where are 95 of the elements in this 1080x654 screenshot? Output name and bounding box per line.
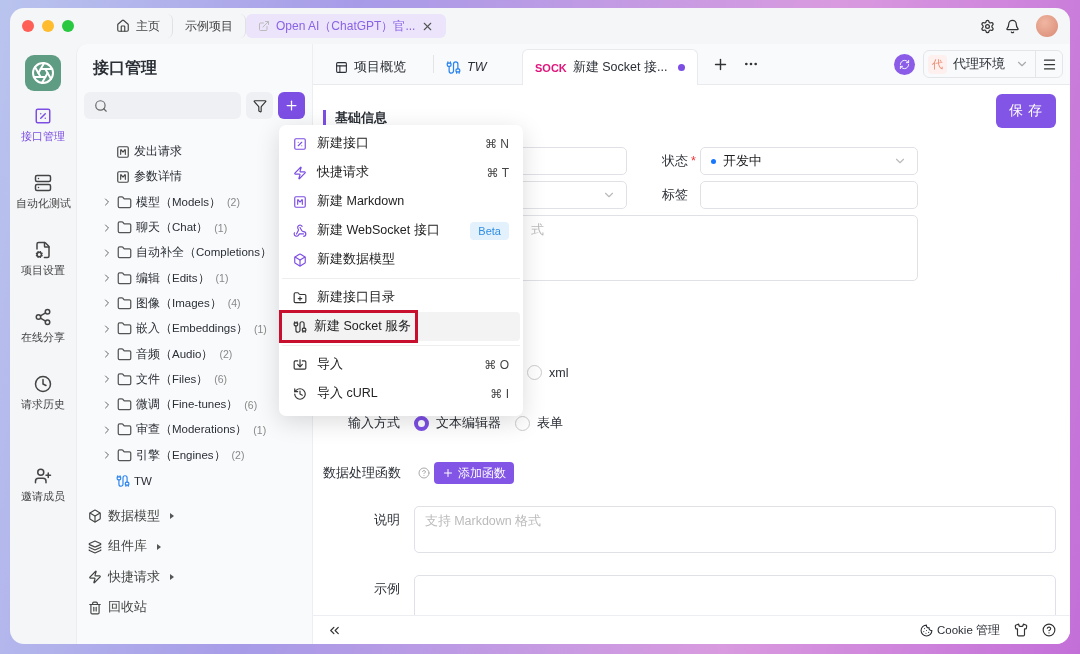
- shortcut-label: ⌘ T: [486, 165, 509, 180]
- plug-icon: [116, 473, 130, 488]
- sync-icon[interactable]: [894, 53, 915, 75]
- folder-icon: [117, 295, 132, 311]
- field-label: 输入方式: [347, 415, 400, 432]
- status-select[interactable]: 开发中: [700, 147, 918, 175]
- filter-icon: [252, 98, 267, 113]
- tree-item[interactable]: TW: [77, 467, 312, 494]
- shirt-icon[interactable]: [1014, 623, 1028, 637]
- folder-icon: [117, 270, 132, 286]
- radio-label: 表单: [537, 415, 563, 432]
- minimize-button[interactable]: [42, 20, 54, 32]
- folder-icon: [117, 245, 132, 261]
- sidebar-section[interactable]: 组件库: [77, 531, 312, 562]
- folder-icon: [117, 397, 132, 413]
- nav-item[interactable]: 请求历史: [10, 375, 76, 442]
- sidebar-title: 接口管理: [92, 58, 158, 78]
- sidebar-section[interactable]: 数据模型: [77, 501, 312, 532]
- nav-item[interactable]: 接口管理: [10, 107, 76, 174]
- shortcut-label: ⌘ O: [484, 357, 509, 372]
- nav-item[interactable]: 项目设置: [10, 241, 76, 308]
- document-tab[interactable]: TW: [434, 50, 522, 84]
- folder-icon: [117, 447, 132, 463]
- markdown-icon: [116, 169, 130, 184]
- plus-icon: [442, 467, 454, 479]
- lightning-icon: [293, 165, 307, 180]
- nav-item[interactable]: 邀请成员: [10, 467, 76, 534]
- layers-icon: [88, 539, 102, 554]
- api-icon: [34, 107, 52, 125]
- field-label: 示例: [372, 581, 400, 598]
- trash-icon: [88, 600, 102, 615]
- layout-icon: [335, 60, 348, 74]
- home-icon: [116, 19, 130, 33]
- plug-icon: [446, 59, 461, 75]
- zoom-button[interactable]: [62, 20, 74, 32]
- folder-icon: [117, 346, 132, 362]
- folder-icon: [117, 321, 132, 337]
- nav-item[interactable]: 自动化测试: [10, 174, 76, 241]
- project-icon: [258, 20, 270, 32]
- tree-item[interactable]: 审查（Moderations） (1): [77, 417, 312, 443]
- radio-button[interactable]: [414, 416, 429, 431]
- cookie-icon: [920, 623, 933, 637]
- close-button[interactable]: [22, 20, 34, 32]
- sidebar-section[interactable]: 快捷请求: [77, 562, 312, 593]
- field-label: 状态 *: [662, 152, 697, 170]
- save-button[interactable]: 保 存: [996, 94, 1056, 128]
- menu-item[interactable]: 新建 Socket 服务: [282, 312, 520, 341]
- websocket-icon: [293, 223, 307, 238]
- markdown-icon: [293, 194, 307, 209]
- nav-item[interactable]: 在线分享: [10, 308, 76, 375]
- clock-icon: [34, 375, 52, 393]
- field-label: 数据处理函数: [323, 464, 402, 482]
- field-label: 标签: [662, 186, 689, 204]
- search-icon: [94, 98, 108, 113]
- radio-label: xml: [549, 365, 569, 380]
- history-icon: [293, 386, 307, 401]
- api-icon: [293, 136, 307, 151]
- cube-icon: [293, 252, 307, 267]
- tags-field[interactable]: [700, 181, 918, 209]
- folder-icon: [117, 220, 132, 236]
- plug-icon: [293, 319, 307, 334]
- folder-icon: [117, 371, 132, 387]
- field-label: 说明: [372, 512, 400, 529]
- import-icon: [293, 357, 307, 372]
- lightning-icon: [88, 570, 102, 585]
- beta-badge: Beta: [470, 221, 509, 240]
- cube-icon: [88, 509, 102, 524]
- add-user-icon: [34, 467, 52, 485]
- window-tab[interactable]: 主页: [104, 14, 173, 38]
- add-button[interactable]: [278, 92, 305, 119]
- markdown-icon: [116, 144, 130, 159]
- file-gear-icon: [34, 241, 52, 259]
- settings-icon[interactable]: [980, 18, 995, 34]
- search-field[interactable]: [84, 92, 241, 119]
- share-icon: [34, 308, 52, 326]
- shortcut-label: ⌘ N: [485, 136, 509, 151]
- tree-item[interactable]: 引擎（Engines） (2): [77, 442, 312, 468]
- logo-icon: [25, 55, 61, 91]
- folder-icon: [117, 422, 132, 438]
- folder-plus-icon: [293, 290, 307, 305]
- window-tab[interactable]: Open AI（ChatGPT）官...: [246, 14, 447, 38]
- document-tab[interactable]: 项目概览: [323, 50, 433, 84]
- filter-button[interactable]: [246, 92, 273, 119]
- server-icon: [34, 174, 52, 192]
- help-icon[interactable]: [1042, 623, 1056, 637]
- cookie-button[interactable]: Cookie 管理: [920, 622, 1000, 638]
- plus-icon: [284, 98, 299, 113]
- folder-icon: [117, 194, 132, 210]
- document-tab[interactable]: SOCK 新建 Socket 接...: [522, 49, 698, 85]
- sidebar-section[interactable]: 回收站: [77, 592, 312, 623]
- avatar[interactable]: [1036, 15, 1058, 37]
- bell-icon[interactable]: [1005, 18, 1020, 34]
- shortcut-label: ⌘ I: [490, 386, 509, 401]
- radio-label: 文本编辑器: [436, 415, 501, 432]
- add-function-button[interactable]: 添加函数: [434, 462, 514, 484]
